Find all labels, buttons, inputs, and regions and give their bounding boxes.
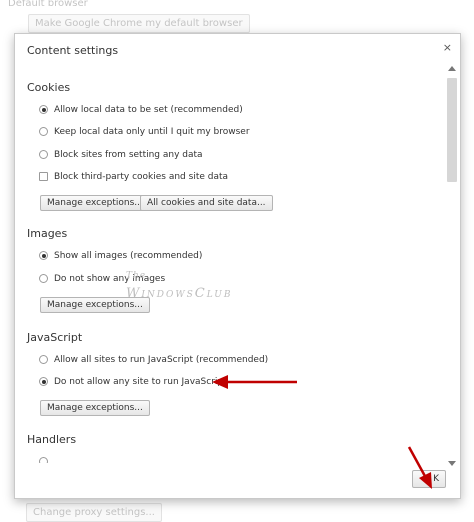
radio-unselected-icon [39,274,48,283]
default-browser-heading: Default browser [8,0,88,9]
change-proxy-settings-button[interactable]: Change proxy settings... [26,503,162,522]
javascript-manage-exceptions-button[interactable]: Manage exceptions... [40,400,150,416]
dialog-title: Content settings [27,44,119,57]
radio-selected-icon [39,251,48,260]
all-cookies-and-site-data-button[interactable]: All cookies and site data... [140,195,273,211]
javascript-do-not-allow-radio[interactable]: Do not allow any site to run JavaScript [39,377,227,389]
close-icon[interactable]: × [443,41,452,54]
block-third-party-checkbox[interactable]: Block third-party cookies and site data [39,172,228,184]
images-do-not-show-label: Do not show any images [54,274,166,284]
cookies-keep-label: Keep local data only until I quit my bro… [54,127,250,137]
cookies-manage-exceptions-button[interactable]: Manage exceptions... [40,195,150,211]
radio-unselected-icon [39,150,48,159]
cookies-section-title: Cookies [27,81,71,94]
cookies-block-label: Block sites from setting any data [54,150,203,160]
images-show-all-label: Show all images (recommended) [54,251,203,261]
block-third-party-label: Block third-party cookies and site data [54,172,229,182]
scroll-up-arrow-icon[interactable] [448,66,456,71]
radio-unselected-icon [39,127,48,136]
scrollbar-thumb[interactable] [447,78,457,182]
images-do-not-show-radio[interactable]: Do not show any images [39,274,165,286]
make-default-browser-button[interactable]: Make Google Chrome my default browser [28,14,250,33]
radio-unselected-icon [39,355,48,364]
handlers-radio-partial[interactable] [39,457,54,463]
ok-button[interactable]: K [412,470,446,488]
handlers-section-title: Handlers [27,433,77,446]
radio-selected-icon [39,105,48,114]
javascript-section-title: JavaScript [27,331,83,344]
dialog-scrollbar[interactable] [446,64,458,468]
images-show-all-radio[interactable]: Show all images (recommended) [39,251,202,263]
cookies-block-radio[interactable]: Block sites from setting any data [39,150,203,162]
javascript-do-not-allow-label: Do not allow any site to run JavaScript [54,377,227,387]
content-settings-dialog: Content settings Cookies Allow local dat… [14,33,461,499]
scroll-down-arrow-icon[interactable] [448,461,456,466]
radio-selected-icon [39,377,48,386]
checkbox-icon [39,172,48,181]
images-section-title: Images [27,227,68,240]
cookies-keep-until-quit-radio[interactable]: Keep local data only until I quit my bro… [39,127,250,139]
images-manage-exceptions-button[interactable]: Manage exceptions... [40,297,150,313]
cookies-allow-label: Allow local data to be set (recommended) [54,105,243,115]
javascript-allow-all-radio[interactable]: Allow all sites to run JavaScript (recom… [39,355,268,367]
cookies-allow-radio[interactable]: Allow local data to be set (recommended) [39,105,243,117]
javascript-allow-all-label: Allow all sites to run JavaScript (recom… [54,355,269,365]
dialog-content: Content settings Cookies Allow local dat… [15,34,445,500]
radio-unselected-icon [39,457,48,463]
